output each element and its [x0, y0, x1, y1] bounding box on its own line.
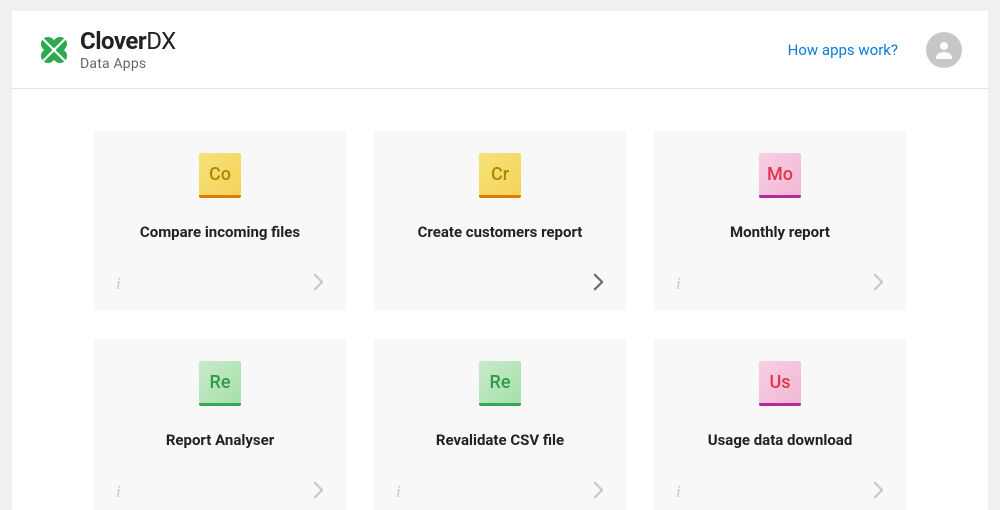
app-badge: Mo: [759, 153, 801, 195]
card-footer: i: [392, 477, 608, 507]
app-card[interactable]: Us Usage data download i: [654, 339, 906, 510]
user-avatar[interactable]: [926, 32, 962, 68]
app-badge: Co: [199, 153, 241, 195]
app-title: Revalidate CSV file: [436, 431, 564, 449]
chevron-right-icon[interactable]: [309, 477, 328, 507]
app-badge: Re: [199, 361, 241, 403]
info-icon[interactable]: i: [672, 270, 685, 298]
card-footer: [392, 269, 608, 299]
info-icon: [392, 280, 400, 288]
card-footer: i: [672, 269, 888, 299]
app-card[interactable]: Re Revalidate CSV file i: [374, 339, 626, 510]
app-title: Report Analyser: [166, 431, 274, 449]
chevron-right-icon[interactable]: [589, 477, 608, 507]
help-link[interactable]: How apps work?: [788, 41, 898, 59]
app-title: Usage data download: [708, 431, 853, 449]
card-footer: i: [112, 477, 328, 507]
app-badge: Re: [479, 361, 521, 403]
chevron-right-icon[interactable]: [869, 269, 888, 299]
card-footer: i: [672, 477, 888, 507]
card-footer: i: [112, 269, 328, 299]
logo[interactable]: CloverDX Data Apps: [38, 29, 176, 71]
app-badge: Us: [759, 361, 801, 403]
info-icon[interactable]: i: [672, 478, 685, 506]
brand-subtitle: Data Apps: [80, 57, 176, 71]
app-title: Create customers report: [418, 223, 583, 241]
app-title: Monthly report: [730, 223, 830, 241]
header: CloverDX Data Apps How apps work?: [12, 11, 988, 89]
app-card[interactable]: Co Compare incoming files i: [94, 131, 346, 311]
app-title: Compare incoming files: [140, 223, 300, 241]
app-card[interactable]: Re Report Analyser i: [94, 339, 346, 510]
person-icon: [932, 38, 956, 62]
app-card[interactable]: Cr Create customers report: [374, 131, 626, 311]
chevron-right-icon[interactable]: [589, 269, 608, 299]
chevron-right-icon[interactable]: [309, 269, 328, 299]
app-badge: Cr: [479, 153, 521, 195]
chevron-right-icon[interactable]: [869, 477, 888, 507]
info-icon[interactable]: i: [112, 478, 125, 506]
app-grid: Co Compare incoming files i Cr Create custom…: [12, 89, 988, 510]
brand-name: CloverDX: [80, 29, 176, 53]
info-icon[interactable]: i: [392, 478, 405, 506]
info-icon[interactable]: i: [112, 270, 125, 298]
logo-icon: [38, 34, 70, 66]
app-card[interactable]: Mo Monthly report i: [654, 131, 906, 311]
